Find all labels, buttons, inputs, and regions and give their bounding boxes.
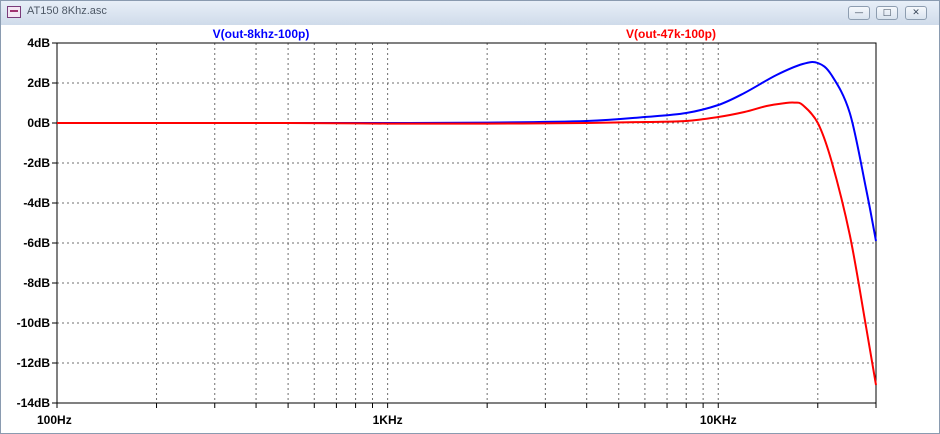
y-tick-label: 2dB	[27, 76, 50, 90]
y-tick-label: -2dB	[23, 156, 50, 170]
y-tick-label: -8dB	[23, 276, 50, 290]
bode-plot[interactable]: 4dB 2dB 0dB -2dB -4dB -6dB -8dB -10dB -12dB -14dB…	[1, 25, 939, 433]
minimize-button[interactable]: —	[848, 6, 870, 20]
y-tick-label: -14dB	[17, 396, 51, 410]
maximize-button[interactable]: □	[876, 6, 898, 20]
series-line-2	[56, 101, 877, 386]
plot-frame	[56, 42, 877, 404]
legend-label-2: V(out-47k-100p)	[626, 27, 716, 41]
schematic-icon	[7, 6, 21, 18]
y-tick-label: 4dB	[27, 36, 50, 50]
y-tick-label: -6dB	[23, 236, 50, 250]
title-bar[interactable]: AT150 8Khz.asc — □ ✕	[1, 1, 939, 25]
app-window: AT150 8Khz.asc — □ ✕ 4dB 2dB 0dB -2dB -4dB -6…	[0, 0, 940, 434]
y-tick-label: -4dB	[23, 196, 50, 210]
close-button[interactable]: ✕	[905, 6, 927, 20]
x-tick-label: 1KHz	[373, 413, 403, 427]
legend-label-1: V(out-8khz-100p)	[213, 27, 310, 41]
y-tick-label: -10dB	[17, 316, 51, 330]
y-tick-label: 0dB	[27, 116, 50, 130]
y-tick-label: -12dB	[17, 356, 51, 370]
x-tick-label: 100Hz	[37, 413, 72, 427]
window-title: AT150 8Khz.asc	[27, 5, 107, 17]
series-line-1	[57, 60, 877, 242]
plot-pane[interactable]: 4dB 2dB 0dB -2dB -4dB -6dB -8dB -10dB -12dB -14dB…	[1, 25, 939, 433]
x-tick-label: 10KHz	[700, 413, 737, 427]
